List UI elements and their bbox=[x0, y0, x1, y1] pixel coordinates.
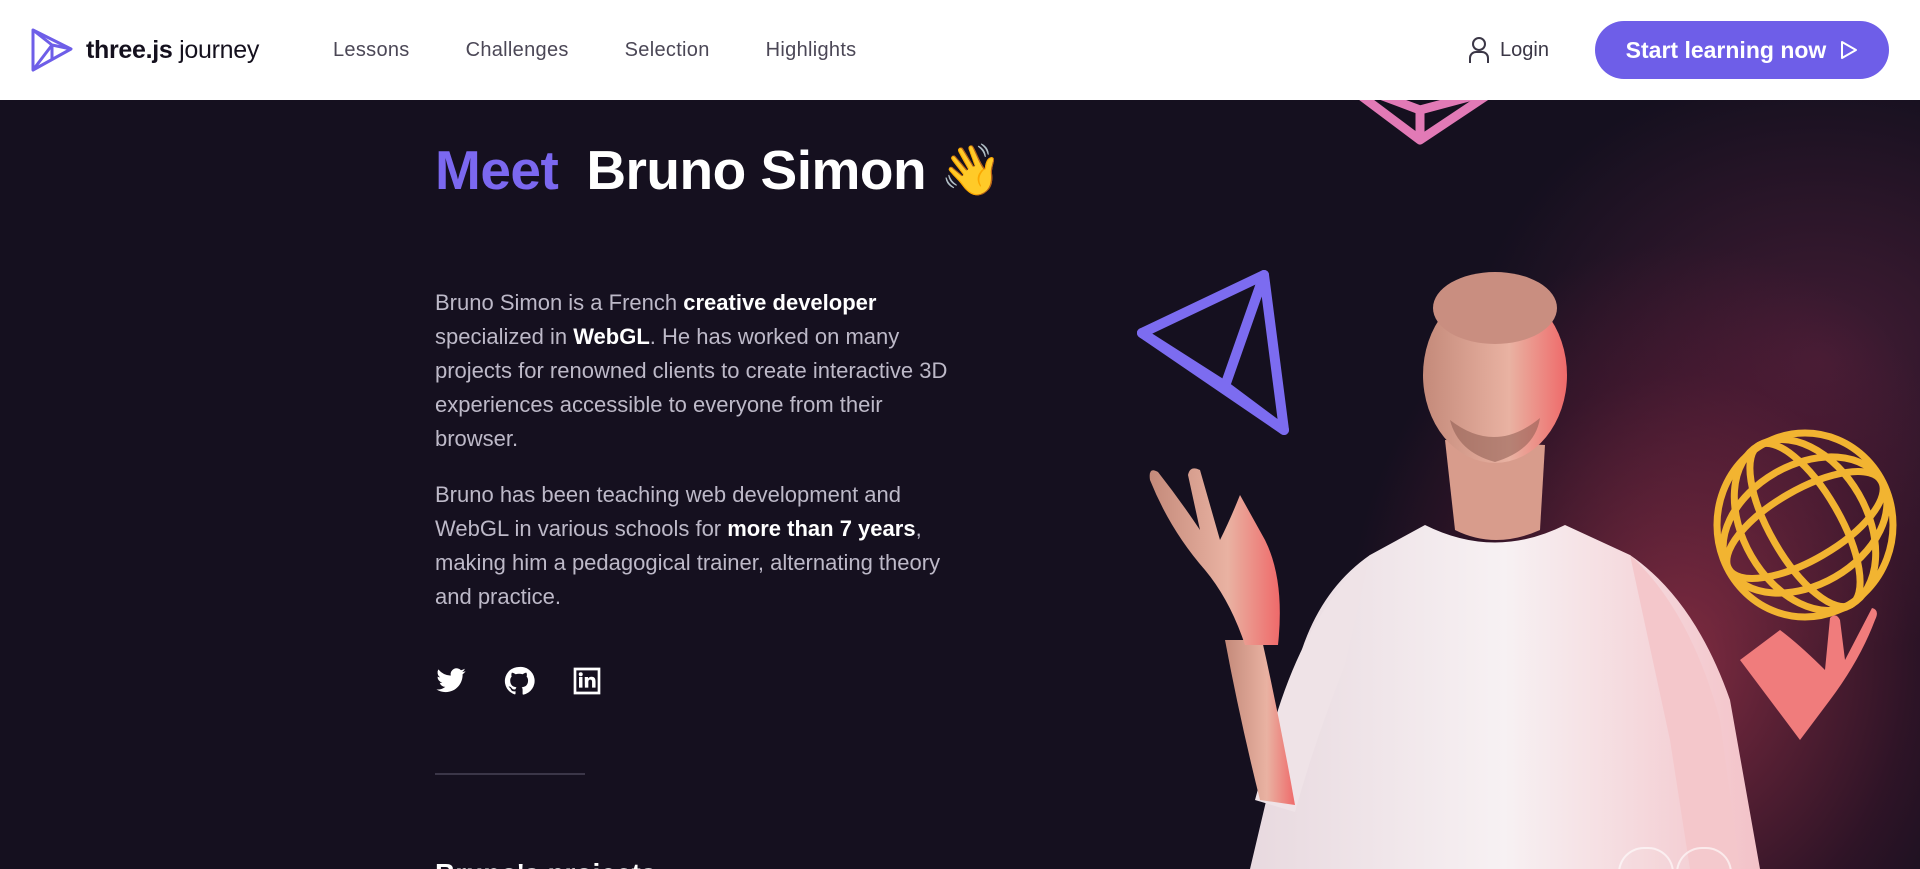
title-accent: Meet bbox=[435, 139, 559, 201]
nav-challenges[interactable]: Challenges bbox=[466, 39, 569, 62]
logo-text: three.js journey bbox=[86, 35, 260, 64]
bio-paragraph-2: Bruno has been teaching web development … bbox=[435, 482, 941, 609]
instructor-photo bbox=[1137, 100, 1897, 869]
threejs-journey-logo-icon bbox=[31, 28, 73, 72]
title-name: Bruno Simon bbox=[586, 139, 927, 201]
twitter-icon[interactable] bbox=[435, 665, 467, 697]
purple-tetrahedron-shape bbox=[1137, 270, 1289, 435]
instructor-section: Meet Bruno Simon 👋 Bruno Simon is a Fren… bbox=[0, 100, 1920, 869]
cta-label: Start learning now bbox=[1625, 36, 1827, 63]
projects-heading: Bruno's projects bbox=[435, 858, 656, 869]
logo[interactable]: three.js journey bbox=[30, 25, 259, 75]
section-divider bbox=[435, 773, 585, 775]
nav-selection[interactable]: Selection bbox=[625, 39, 710, 62]
pink-octahedron-shape bbox=[1359, 100, 1489, 145]
social-links bbox=[435, 665, 603, 697]
main-nav: Lessons Challenges Selection Highlights bbox=[333, 0, 912, 100]
site-header: three.js journey Lessons Challenges Sele… bbox=[0, 0, 1920, 100]
waving-hand-emoji: 👋 bbox=[940, 141, 1002, 198]
github-icon[interactable] bbox=[503, 665, 535, 697]
login-label: Login bbox=[1500, 38, 1549, 61]
left-hand bbox=[1149, 468, 1280, 645]
user-icon bbox=[1469, 37, 1489, 63]
right-hand bbox=[1740, 608, 1877, 740]
login-link[interactable]: Login bbox=[1468, 33, 1549, 67]
bio: Bruno Simon is a French creative develop… bbox=[435, 286, 955, 636]
page-title: Meet Bruno Simon 👋 bbox=[435, 138, 1002, 202]
nav-lessons[interactable]: Lessons bbox=[333, 39, 410, 62]
play-icon bbox=[1841, 41, 1858, 59]
nav-highlights[interactable]: Highlights bbox=[766, 39, 857, 62]
yellow-wire-sphere-shape bbox=[1713, 429, 1897, 621]
bio-paragraph-1: Bruno Simon is a French creative develop… bbox=[435, 290, 948, 451]
linkedin-icon[interactable] bbox=[571, 665, 603, 697]
start-learning-button[interactable]: Start learning now bbox=[1595, 21, 1889, 79]
